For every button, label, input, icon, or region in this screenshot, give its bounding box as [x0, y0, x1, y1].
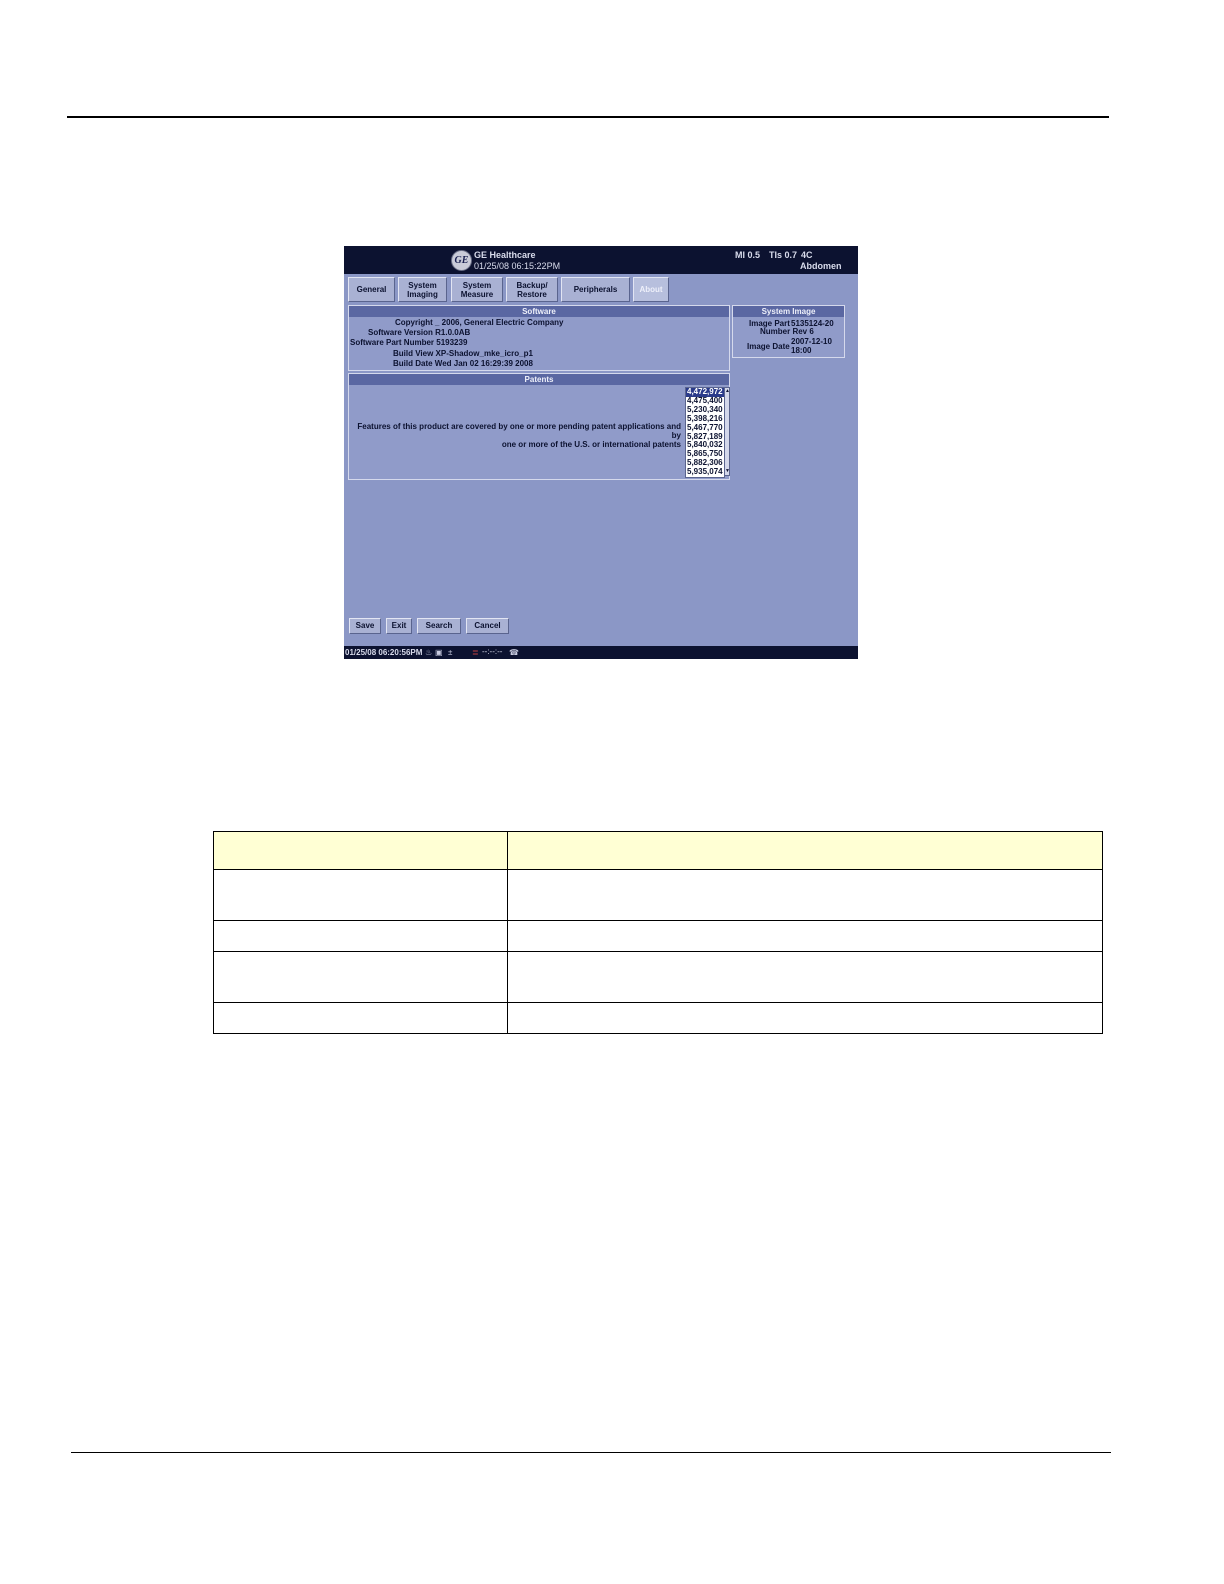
ultrasound-about-screenshot: GE GE Healthcare 01/25/08 06:15:22PM MI …: [344, 246, 858, 659]
title-bar: GE GE Healthcare 01/25/08 06:15:22PM MI …: [344, 246, 858, 274]
mi-readout: MI 0.5: [735, 250, 761, 260]
patent-note: Features of this product are covered by …: [351, 422, 681, 449]
patent-list[interactable]: 4,472,972 4,475,400 5,230,340 5,398,216 5,46…: [685, 387, 725, 478]
brand-name: GE Healthcare: [474, 250, 536, 260]
header-datetime: 01/25/08 06:15:22PM: [474, 261, 561, 271]
software-version: Software Version R1.0.0AB: [368, 328, 471, 337]
system-image-title: System Image: [733, 306, 844, 317]
table-cell: [507, 951, 1103, 1003]
software-panel: Software Copyright _ 2006, General Elect…: [348, 305, 730, 371]
tab-about[interactable]: About: [633, 277, 669, 302]
scroll-up-icon[interactable]: ▲: [725, 389, 730, 394]
search-button[interactable]: Search: [417, 618, 461, 634]
ge-logo-icon: GE: [451, 250, 472, 271]
tab-backup-restore[interactable]: Backup/ Restore: [506, 277, 558, 302]
image-date-value: 2007-12-10: [791, 337, 832, 346]
network-icon: ♨: [425, 648, 433, 657]
patent-scrollbar[interactable]: ▲ ▼: [724, 387, 730, 476]
preset-name: Abdomen: [800, 261, 842, 271]
system-image-panel: System Image Image Part 5135124-20 Numbe…: [732, 305, 845, 358]
table-cell: [213, 951, 508, 1003]
patent-note-line-1: Features of this product are covered by …: [357, 422, 681, 440]
table-cell: [507, 1002, 1103, 1034]
footer-rule: [71, 1452, 1111, 1453]
image-time-value: 18:00: [791, 346, 812, 355]
build-view: Build View XP-Shadow_mke_icro_p1: [393, 349, 533, 358]
tab-system-measure[interactable]: System Measure: [451, 277, 503, 302]
record-icon: ≣: [472, 648, 479, 657]
status-timer: --:--:--: [482, 647, 503, 656]
table-header-cell: [507, 831, 1103, 870]
monitor-icon: ▣: [435, 648, 443, 657]
save-button[interactable]: Save: [349, 618, 381, 634]
info-table: [213, 831, 1103, 1034]
table-header-cell: [213, 831, 508, 870]
table-cell: [507, 920, 1103, 952]
table-row: [213, 951, 1103, 1003]
usb-icon: ±: [448, 648, 453, 657]
probe-name: 4C: [801, 250, 813, 260]
tab-general[interactable]: General: [348, 277, 395, 302]
status-bar: 01/25/08 06:20:56PM ♨ ▣ ± ≣ --:--:-- ☎: [344, 646, 858, 659]
patents-panel: Patents Features of this product are cov…: [348, 373, 730, 480]
table-row: [213, 920, 1103, 952]
table-header-row: [213, 831, 1103, 870]
software-title: Software: [349, 306, 729, 317]
copyright-text: Copyright _ 2006, General Electric Compa…: [395, 318, 564, 327]
tis-readout: TIs 0.7: [769, 250, 798, 260]
exit-button[interactable]: Exit: [386, 618, 412, 634]
table-cell: [213, 1002, 508, 1034]
build-date: Build Date Wed Jan 02 16:29:39 2008: [393, 359, 533, 368]
header-rule: [67, 116, 1109, 118]
patent-list-item[interactable]: 5,935,074: [686, 467, 724, 477]
image-part-number-label: Number Rev 6: [760, 327, 814, 336]
status-datetime: 01/25/08 06:20:56PM: [345, 648, 423, 657]
cancel-button[interactable]: Cancel: [466, 618, 509, 634]
software-part-number: Software Part Number 5193239: [350, 338, 468, 347]
printer-icon: ☎: [509, 648, 519, 657]
patent-note-line-2: one or more of the U.S. or international…: [501, 440, 681, 449]
table-cell: [213, 920, 508, 952]
table-cell: [213, 869, 508, 921]
scroll-down-icon[interactable]: ▼: [725, 469, 730, 474]
table-row: [213, 1002, 1103, 1034]
tab-peripherals[interactable]: Peripherals: [561, 277, 630, 302]
patents-title: Patents: [349, 374, 729, 385]
image-date-label: Image Date: [747, 342, 790, 351]
tab-system-imaging[interactable]: System Imaging: [398, 277, 447, 302]
table-cell: [507, 869, 1103, 921]
table-row: [213, 869, 1103, 921]
